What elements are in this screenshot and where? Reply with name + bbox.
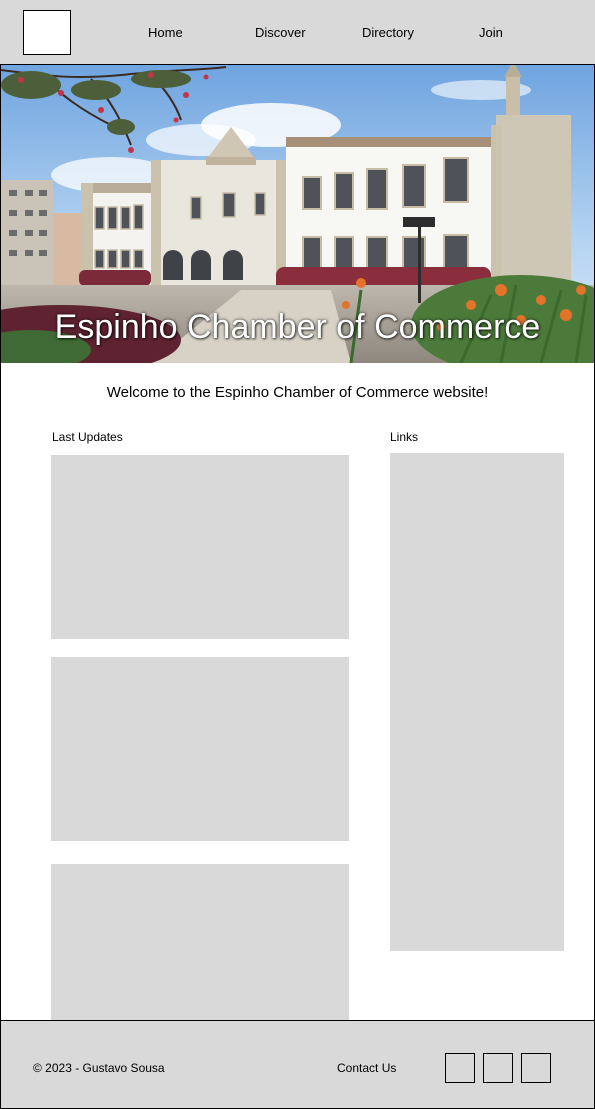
welcome-message: Welcome to the Espinho Chamber of Commer… [106,384,489,401]
site-header: Home Discover Directory Join [0,0,595,65]
links-panel [390,453,564,951]
update-card[interactable] [51,657,349,841]
site-footer: © 2023 - Gustavo Sousa Contact Us [0,1020,595,1109]
last-updates-heading: Last Updates [52,430,123,444]
logo-icon[interactable] [23,10,71,55]
social-1-icon[interactable] [445,1053,475,1083]
links-heading: Links [390,430,419,444]
contact-us-link[interactable]: Contact Us [337,1061,396,1075]
hero-banner: Espinho Chamber of Commerce [1,65,594,363]
update-card[interactable] [51,864,349,1020]
nav-directory-link[interactable]: Directory [362,25,414,40]
update-card[interactable] [51,455,349,639]
social-2-icon[interactable] [483,1053,513,1083]
copyright-text: © 2023 - Gustavo Sousa [33,1061,165,1075]
nav-join-link[interactable]: Join [479,25,503,40]
nav-discover-link[interactable]: Discover [255,25,306,40]
social-3-icon[interactable] [521,1053,551,1083]
hero-title: Espinho Chamber of Commerce [54,308,541,346]
nav-home-link[interactable]: Home [148,25,183,40]
